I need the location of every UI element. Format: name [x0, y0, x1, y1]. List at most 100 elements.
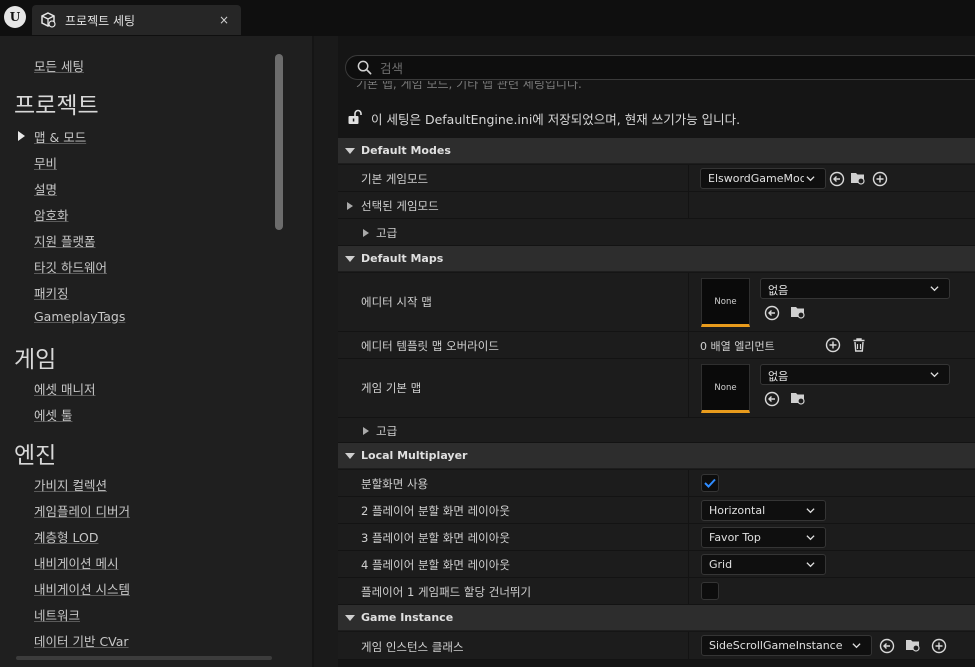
column-divider [688, 273, 689, 331]
sidebar-item-navigation-mesh[interactable]: 내비게이션 메시 [34, 553, 118, 572]
browse-folder-icon[interactable] [905, 637, 921, 653]
tab-project-settings[interactable]: 프로젝트 세팅 × [32, 5, 241, 35]
section-label: Local Multiplayer [361, 449, 468, 462]
sidebar-item-packaging[interactable]: 패키징 [34, 283, 69, 302]
section-default-maps[interactable]: Default Maps [338, 246, 975, 272]
row-label: 에디터 템플릿 맵 오버라이드 [361, 339, 499, 353]
column-divider [688, 578, 689, 604]
tab-title: 프로젝트 세팅 [65, 13, 136, 28]
row-game-instance-class: 게임 인스턴스 클래스 SideScrollGameInstance [338, 632, 975, 660]
section-label: Game Instance [361, 611, 454, 624]
row-label: 4 플레이어 분할 화면 레이아웃 [361, 558, 510, 572]
section-local-multiplayer[interactable]: Local Multiplayer [338, 443, 975, 469]
game-default-map-combo[interactable]: 없음 [760, 364, 950, 385]
row-editor-template-map-override: 에디터 템플릿 맵 오버라이드 0 배열 엘리먼트 [338, 332, 975, 359]
combo-value: 없음 [768, 284, 789, 297]
column-divider [688, 551, 689, 577]
column-divider [688, 332, 689, 358]
row-label: 게임 인스턴스 클래스 [361, 640, 464, 654]
sidebar-item-garbage-collection[interactable]: 가비지 컬렉션 [34, 475, 107, 494]
sidebar-item-encryption[interactable]: 암호화 [34, 205, 69, 224]
sidebar-item-gameplay-tags[interactable]: GameplayTags [34, 309, 125, 324]
config-file-note: 이 세팅은 DefaultEngine.ini에 저장되었으며, 현재 쓰기가능… [371, 112, 741, 127]
four-player-layout-combo[interactable]: Grid [701, 554, 826, 575]
row-label: 기본 게임모드 [361, 172, 429, 186]
browse-folder-icon[interactable] [790, 390, 806, 406]
use-selected-icon[interactable] [764, 391, 780, 407]
row-editor-startup-map: 에디터 시작 맵 None 없음 [338, 273, 975, 332]
array-element-count: 0 배열 엘리먼트 [700, 340, 775, 353]
chevron-down-icon [806, 176, 815, 182]
sidebar-section-game: 게임 [14, 347, 57, 373]
sidebar-item-movies[interactable]: 무비 [34, 153, 57, 172]
startup-map-combo[interactable]: 없음 [760, 278, 950, 299]
sidebar-item-data-driven-cvar[interactable]: 데이터 기반 CVar [34, 631, 129, 650]
search-box[interactable] [345, 55, 975, 80]
row-three-player-layout: 3 플레이어 분할 화면 레이아웃 Favor Top [338, 524, 975, 551]
close-icon[interactable]: × [219, 13, 229, 27]
use-selected-icon[interactable] [879, 638, 895, 654]
expand-right-icon [363, 427, 369, 435]
unreal-logo-icon[interactable]: U [4, 6, 26, 28]
thumbnail-label: None [714, 383, 737, 393]
chevron-down-icon [930, 372, 939, 378]
combo-value: 없음 [768, 370, 789, 383]
sidebar-item-description[interactable]: 설명 [34, 179, 57, 198]
combo-value: SideScrollGameInstance [709, 639, 843, 652]
browse-folder-icon[interactable] [850, 170, 866, 186]
browse-folder-icon[interactable] [790, 304, 806, 320]
splitscreen-checkbox[interactable] [701, 474, 719, 492]
use-selected-icon[interactable] [764, 305, 780, 321]
add-element-icon[interactable] [825, 337, 841, 353]
search-icon [357, 60, 372, 75]
row-label: 고급 [376, 226, 398, 240]
add-icon[interactable] [872, 171, 888, 187]
row-label: 선택된 게임모드 [361, 199, 439, 213]
sidebar-item-navigation-system[interactable]: 내비게이션 시스템 [34, 579, 130, 598]
map-thumbnail[interactable]: None [701, 278, 750, 327]
row-label: 분할화면 사용 [361, 477, 429, 491]
section-game-instance[interactable]: Game Instance [338, 605, 975, 631]
search-input[interactable] [380, 58, 940, 78]
sidebar-horizontal-scrollbar[interactable] [16, 656, 272, 660]
sidebar-item-hierarchical-lod[interactable]: 계층형 LOD [34, 527, 98, 546]
row-four-player-layout: 4 플레이어 분할 화면 레이아웃 Grid [338, 551, 975, 578]
row-advanced-maps[interactable]: 고급 [338, 418, 975, 443]
sidebar-item-supported-platforms[interactable]: 지원 플랫폼 [34, 231, 95, 250]
sidebar-item-maps-modes[interactable]: 맵 & 모드 [34, 127, 86, 146]
combo-value: Favor Top [709, 531, 761, 544]
expand-down-icon [345, 615, 355, 621]
skip-gamepad-checkbox[interactable] [701, 582, 719, 600]
sidebar-item-network[interactable]: 네트워크 [34, 605, 80, 624]
settings-cube-icon [41, 12, 56, 28]
project-settings-window: U 프로젝트 세팅 × 모든 세팅 프로젝트 맵 & 모드 무비 설명 암호화 … [0, 0, 975, 667]
sidebar-item-all-settings[interactable]: 모든 세팅 [34, 56, 84, 75]
game-instance-class-combo[interactable]: SideScrollGameInstance [701, 635, 872, 656]
row-skip-gamepad-assign: 플레이어 1 게임패드 할당 건너뛰기 [338, 578, 975, 605]
column-divider [688, 524, 689, 550]
column-divider [688, 359, 689, 417]
section-default-modes[interactable]: Default Modes [338, 138, 975, 164]
title-bar: U 프로젝트 세팅 × [0, 0, 975, 36]
chevron-down-icon [930, 286, 939, 292]
sidebar-item-asset-tools[interactable]: 에셋 툴 [34, 405, 72, 424]
row-selected-game-mode[interactable]: 선택된 게임모드 [338, 192, 975, 219]
game-mode-combo[interactable]: ElswordGameMod [700, 168, 826, 189]
sidebar-item-target-hardware[interactable]: 타깃 하드웨어 [34, 257, 107, 276]
row-advanced-modes[interactable]: 고급 [338, 219, 975, 246]
column-divider [688, 497, 689, 523]
sidebar-scrollbar[interactable] [275, 54, 283, 230]
settings-detail-panel: 기본 맵, 게임 모드, 기타 맵 관련 세팅입니다. 이 세팅은 Defaul… [338, 36, 975, 667]
chevron-down-icon [806, 562, 815, 568]
sidebar-item-gameplay-debugger[interactable]: 게임플레이 디버거 [34, 501, 130, 520]
trash-icon[interactable] [851, 337, 867, 353]
map-thumbnail[interactable]: None [701, 364, 750, 413]
row-label: 2 플레이어 분할 화면 레이아웃 [361, 504, 510, 518]
add-icon[interactable] [931, 638, 947, 654]
two-player-layout-combo[interactable]: Horizontal [701, 500, 826, 521]
use-selected-icon[interactable] [829, 171, 845, 187]
unlocked-icon [348, 109, 362, 124]
three-player-layout-combo[interactable]: Favor Top [701, 527, 826, 548]
sidebar-item-asset-manager[interactable]: 에셋 매니저 [34, 379, 95, 398]
row-label: 3 플레이어 분할 화면 레이아웃 [361, 531, 510, 545]
